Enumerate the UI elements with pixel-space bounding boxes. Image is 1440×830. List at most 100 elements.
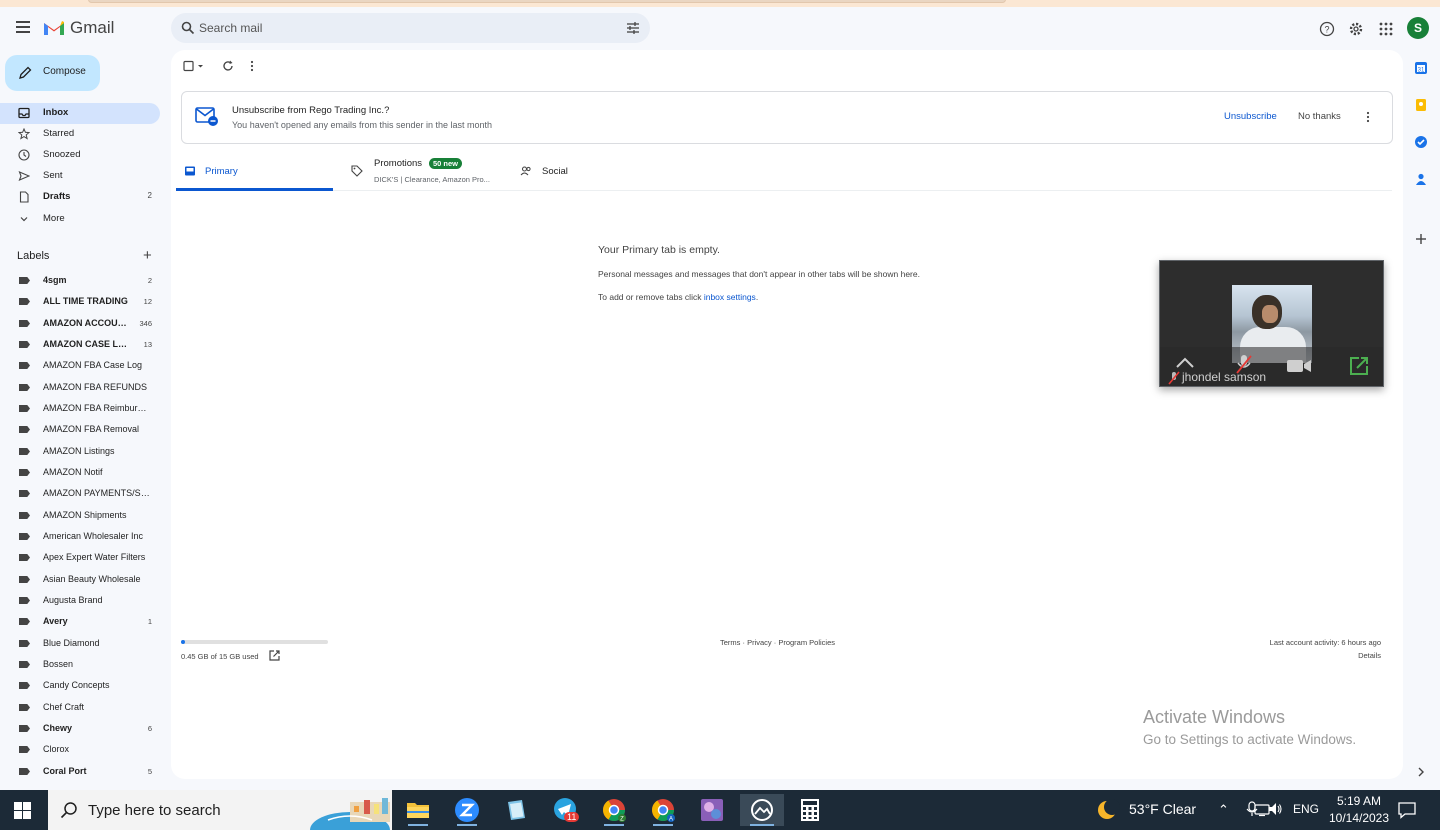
sidebar-item-drafts[interactable]: Drafts 2 (0, 187, 160, 208)
unsubscribe-button[interactable]: Unsubscribe (1224, 111, 1277, 122)
sidebar-item-more[interactable]: More (0, 209, 160, 230)
open-in-new-icon[interactable] (269, 650, 280, 661)
zoom-app-icon[interactable] (451, 794, 483, 826)
footer-links[interactable]: Terms · Privacy · Program Policies (720, 638, 835, 647)
camera-icon[interactable] (1286, 359, 1312, 373)
label-item[interactable]: AMAZON Notif (0, 463, 160, 483)
label-item[interactable]: AMAZON CASE LOG 13 (0, 335, 160, 355)
people-icon (520, 166, 531, 176)
sidebar-item-sent[interactable]: Sent (0, 166, 160, 187)
sidebar-item-label: More (43, 213, 65, 224)
label-item[interactable]: AMAZON Listings (0, 442, 160, 462)
participant-name: jhondel samson (1182, 370, 1267, 384)
mic-off-small-icon (1168, 371, 1180, 385)
sidebar-item-starred[interactable]: Starred (0, 124, 160, 145)
clock-date: 10/14/2023 (1328, 811, 1390, 825)
chrome-profile-a-icon[interactable]: A (647, 794, 679, 826)
hint-prefix: To add or remove tabs click (598, 292, 704, 302)
label-item[interactable]: AMAZON FBA Removal (0, 420, 160, 440)
label-item[interactable]: Candy Concepts (0, 676, 160, 696)
inbox-settings-link[interactable]: inbox settings (704, 292, 756, 302)
keep-icon[interactable] (1414, 98, 1428, 112)
tab-social[interactable]: Social (518, 153, 638, 191)
sidebar-item-snoozed[interactable]: Snoozed (0, 145, 160, 166)
main-panel: Unsubscribe from Rego Trading Inc.? You … (171, 50, 1403, 779)
volume-icon[interactable] (1267, 801, 1283, 817)
chevron-right-icon[interactable] (1414, 765, 1428, 779)
expand-up-icon[interactable] (1175, 357, 1195, 369)
account-avatar[interactable]: S (1407, 17, 1429, 39)
search-input[interactable] (199, 18, 599, 38)
search-icon[interactable] (181, 21, 195, 35)
settings-gear-icon[interactable] (1348, 21, 1364, 37)
game-app-icon[interactable] (696, 794, 728, 826)
open-external-icon[interactable] (1349, 356, 1369, 376)
sidebar-item-inbox[interactable]: Inbox (0, 103, 160, 124)
label-item[interactable]: Chewy 6 (0, 719, 160, 739)
taskbar-search[interactable]: Type here to search (48, 790, 392, 830)
google-apps-icon[interactable] (1378, 21, 1394, 37)
label-tag-icon (19, 618, 30, 625)
tasks-icon[interactable] (1414, 135, 1428, 149)
label-tag-icon (19, 341, 30, 348)
label-name: AMAZON CASE LOG (43, 339, 129, 349)
label-item[interactable]: Avery 1 (0, 612, 160, 632)
label-item[interactable]: Bossen (0, 655, 160, 675)
details-link[interactable]: Details (1358, 651, 1381, 660)
clock-icon (18, 149, 30, 161)
input-language[interactable]: ENG (1293, 802, 1319, 816)
label-item[interactable]: Coral Port 5 (0, 762, 160, 782)
search-options-icon[interactable] (626, 21, 640, 35)
refresh-icon[interactable] (222, 60, 234, 72)
banner-more-icon[interactable] (1365, 110, 1371, 124)
label-item[interactable]: AMAZON FBA Case Log (0, 356, 160, 376)
main-menu-icon[interactable] (16, 21, 30, 33)
select-all-checkbox[interactable] (183, 60, 207, 72)
tab-promotions[interactable]: Promotions 50 new DICK'S | Clearance, Am… (346, 153, 506, 191)
chrome-profile-z-icon[interactable]: Z (598, 794, 630, 826)
windows-start-icon[interactable] (14, 802, 31, 819)
label-item[interactable]: Blue Diamond (0, 634, 160, 654)
tab-primary[interactable]: Primary (176, 153, 333, 191)
no-thanks-button[interactable]: No thanks (1298, 111, 1341, 122)
label-item[interactable]: AMAZON PAYMENTS/SETTLEMENTS (0, 484, 160, 504)
label-tag-icon (19, 576, 30, 583)
gmail-logo-icon[interactable] (43, 20, 65, 36)
label-count: 12 (143, 297, 152, 306)
notes-app-icon[interactable] (500, 794, 532, 826)
empty-state-title: Your Primary tab is empty. (598, 244, 720, 256)
video-call-pip[interactable]: jhondel samson (1159, 260, 1384, 387)
add-addon-icon[interactable] (1414, 232, 1428, 246)
label-tag-icon (19, 469, 30, 476)
system-clock[interactable]: 5:19 AM 10/14/2023 (1320, 793, 1398, 827)
label-item[interactable]: Chef Craft (0, 698, 160, 718)
label-item[interactable]: ALL TIME TRADING 12 (0, 292, 160, 312)
label-tag-icon (19, 597, 30, 604)
storage-progress-bar (181, 640, 328, 644)
calendar-icon[interactable]: 31 (1414, 61, 1428, 75)
calculator-icon[interactable] (794, 794, 826, 826)
label-item[interactable]: 4sgm 2 (0, 271, 160, 291)
compose-button[interactable]: Compose (5, 55, 100, 91)
label-item[interactable]: Apex Expert Water Filters (0, 548, 160, 568)
search-bar[interactable] (171, 13, 650, 43)
file-explorer-icon[interactable] (402, 794, 434, 826)
label-item[interactable]: AMAZON ACCOUNT 346 (0, 314, 160, 334)
label-tag-icon (19, 682, 30, 689)
help-icon[interactable]: ? (1319, 21, 1335, 37)
more-vert-icon[interactable] (249, 60, 255, 72)
label-item[interactable]: AMAZON FBA REFUNDS (0, 378, 160, 398)
label-item[interactable]: Clorox (0, 740, 160, 760)
label-item[interactable]: AMAZON FBA Reimbursements (0, 399, 160, 419)
contacts-icon[interactable] (1414, 172, 1428, 186)
telegram-icon[interactable]: 11 (549, 794, 581, 826)
label-item[interactable]: AMAZON Shipments (0, 506, 160, 526)
photos-app-icon[interactable] (740, 794, 784, 826)
notification-center-icon[interactable] (1398, 801, 1416, 819)
label-name: ALL TIME TRADING (43, 296, 128, 306)
label-item[interactable]: Asian Beauty Wholesale (0, 570, 160, 590)
show-hidden-icons-icon[interactable]: ⌃ (1218, 802, 1229, 818)
add-label-icon[interactable]: + (143, 248, 152, 263)
label-item[interactable]: American Wholesaler Inc (0, 527, 160, 547)
label-item[interactable]: Augusta Brand (0, 591, 160, 611)
